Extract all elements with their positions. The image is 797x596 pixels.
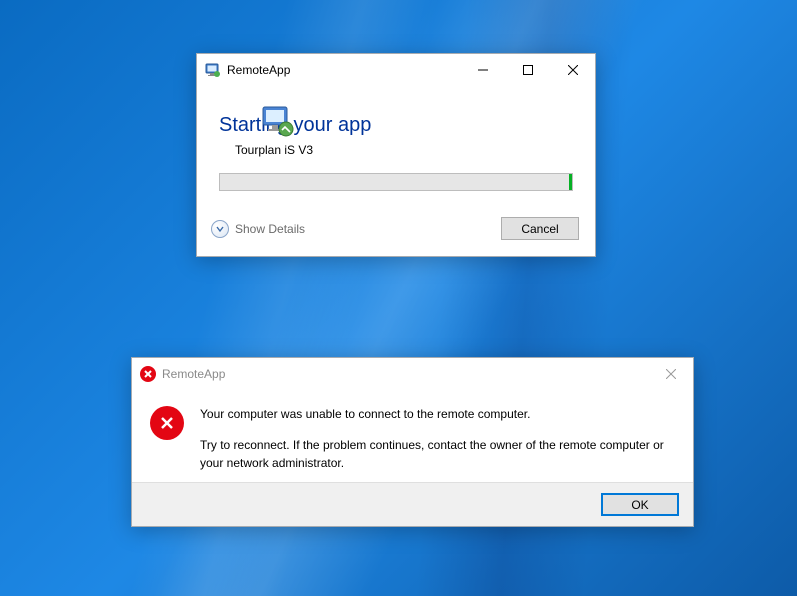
app-name-label: Tourplan iS V3 xyxy=(235,143,573,157)
error-line2: Try to reconnect. If the problem continu… xyxy=(200,437,673,472)
titlebar[interactable]: RemoteApp xyxy=(132,358,693,390)
cancel-button[interactable]: Cancel xyxy=(501,217,579,240)
maximize-button[interactable] xyxy=(505,55,550,85)
close-button[interactable] xyxy=(648,359,693,389)
close-button[interactable] xyxy=(550,55,595,85)
progress-fill xyxy=(569,174,572,190)
remoteapp-starting-dialog: RemoteApp Starting your app Tourplan iS … xyxy=(196,53,596,257)
remoteapp-error-dialog: RemoteApp Your computer was unable to co… xyxy=(131,357,694,527)
remoteapp-icon xyxy=(205,62,221,78)
remoteapp-large-icon xyxy=(261,104,295,141)
error-icon xyxy=(140,366,156,382)
error-message: Your computer was unable to connect to t… xyxy=(200,406,673,472)
dialog-title: RemoteApp xyxy=(162,367,225,381)
progress-bar xyxy=(219,173,573,191)
dialog-title: RemoteApp xyxy=(227,63,290,77)
ok-button[interactable]: OK xyxy=(601,493,679,516)
chevron-down-icon xyxy=(211,220,229,238)
show-details-toggle[interactable]: Show Details xyxy=(211,220,305,238)
minimize-button[interactable] xyxy=(460,55,505,85)
error-line1: Your computer was unable to connect to t… xyxy=(200,406,673,423)
show-details-label: Show Details xyxy=(235,222,305,236)
error-large-icon xyxy=(150,406,184,440)
titlebar[interactable]: RemoteApp xyxy=(197,54,595,86)
